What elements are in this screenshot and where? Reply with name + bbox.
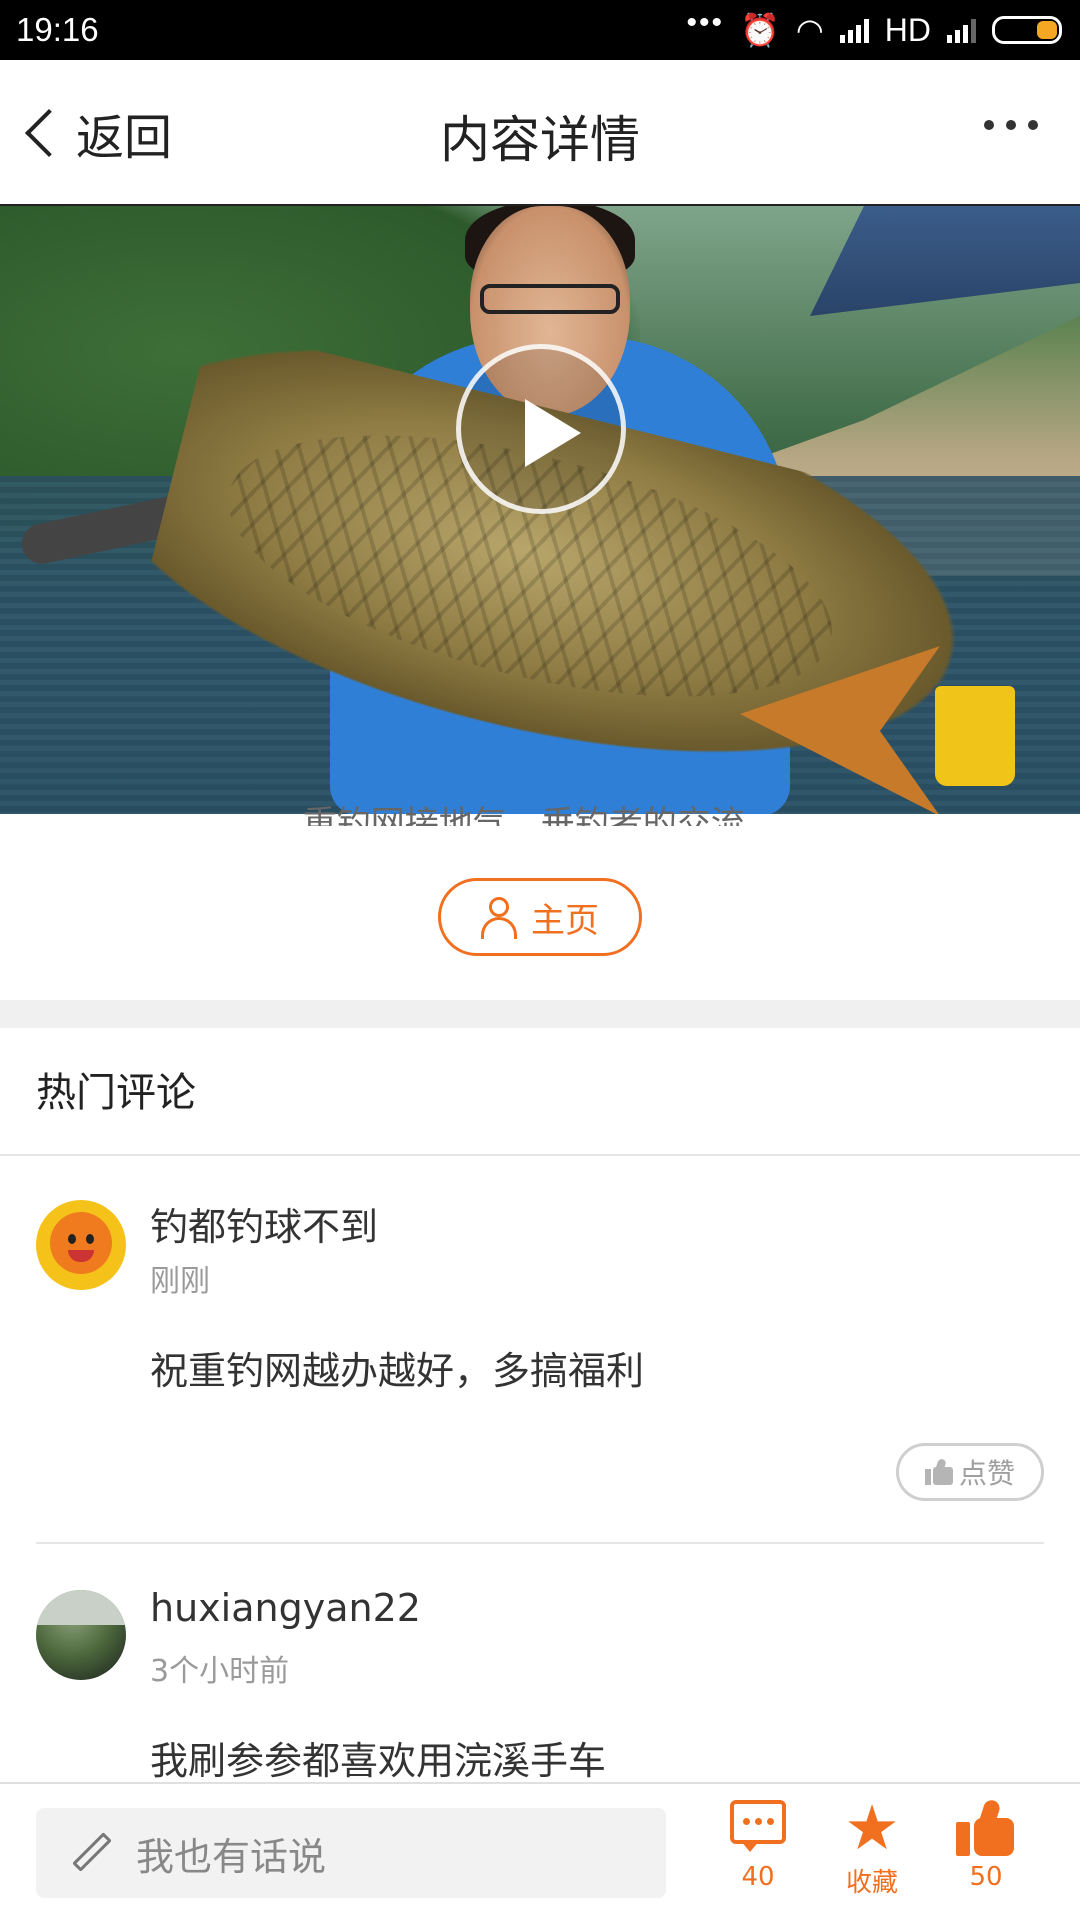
signal-2-icon xyxy=(947,17,976,43)
like-count: 50 xyxy=(969,1862,1003,1892)
favorite-label: 收藏 xyxy=(845,1868,898,1898)
comment-time: 刚刚 xyxy=(150,1264,210,1299)
bottom-action-bar: 我也有话说 40 ★ 收藏 50 xyxy=(0,1782,1080,1920)
like-button[interactable]: 50 xyxy=(936,1798,1036,1910)
nav-header: 返回 内容详情 xyxy=(0,60,1080,206)
comment-count: 40 xyxy=(741,1862,775,1892)
comment-text: 我刷参参都喜欢用浣溪手车 xyxy=(150,1739,607,1783)
network-label: HD xyxy=(884,11,931,48)
star-icon: ★ xyxy=(844,1791,900,1864)
user-icon xyxy=(481,897,517,939)
section-divider xyxy=(0,1000,1080,1028)
comment-input-placeholder: 我也有话说 xyxy=(136,1834,327,1879)
avatar[interactable] xyxy=(36,1200,126,1290)
hot-comments-title: 热门评论 xyxy=(36,1070,196,1116)
thumbs-up-icon xyxy=(924,1457,953,1485)
status-time: 19:16 xyxy=(16,11,99,48)
comment-input[interactable]: 我也有话说 xyxy=(36,1808,666,1898)
comment-username[interactable]: 钓都钓球不到 xyxy=(150,1196,378,1251)
chat-bubble-icon xyxy=(730,1800,786,1856)
video-description: 重钓网接地气，垂钓者的交流... xyxy=(302,804,778,826)
like-comment-button[interactable]: 点赞 xyxy=(896,1443,1044,1501)
pencil-icon xyxy=(60,1828,112,1878)
comment-text: 祝重钓网越办越好，多搞福利 xyxy=(150,1349,645,1393)
thumbs-up-icon xyxy=(956,1798,1016,1856)
comment-time: 3个小时前 xyxy=(150,1654,290,1689)
comment-username[interactable]: huxiangyan22 xyxy=(150,1586,421,1630)
avatar[interactable] xyxy=(36,1590,126,1680)
play-icon xyxy=(525,399,581,467)
like-label: 点赞 xyxy=(958,1457,1015,1490)
battery-icon xyxy=(992,16,1062,44)
alarm-icon: ⏰ xyxy=(740,12,780,48)
comments-button[interactable]: 40 xyxy=(708,1800,808,1910)
status-bar: 19:16 ••• ⏰ ◠ HD xyxy=(0,0,1080,60)
more-dots-icon[interactable] xyxy=(984,120,1038,130)
author-home-button[interactable]: 主页 xyxy=(438,878,642,956)
play-button[interactable] xyxy=(456,344,626,514)
video-player[interactable] xyxy=(0,206,1080,814)
favorite-button[interactable]: ★ 收藏 xyxy=(822,1791,922,1910)
divider xyxy=(36,1542,1044,1544)
home-label: 主页 xyxy=(531,900,599,941)
wifi-icon: ◠ xyxy=(795,12,824,48)
signal-icon xyxy=(839,17,869,43)
notification-dots-icon: ••• xyxy=(686,6,725,39)
divider xyxy=(0,1154,1080,1156)
page-title: 内容详情 xyxy=(440,111,640,169)
status-icons: ••• ⏰ ◠ HD xyxy=(686,6,1062,49)
